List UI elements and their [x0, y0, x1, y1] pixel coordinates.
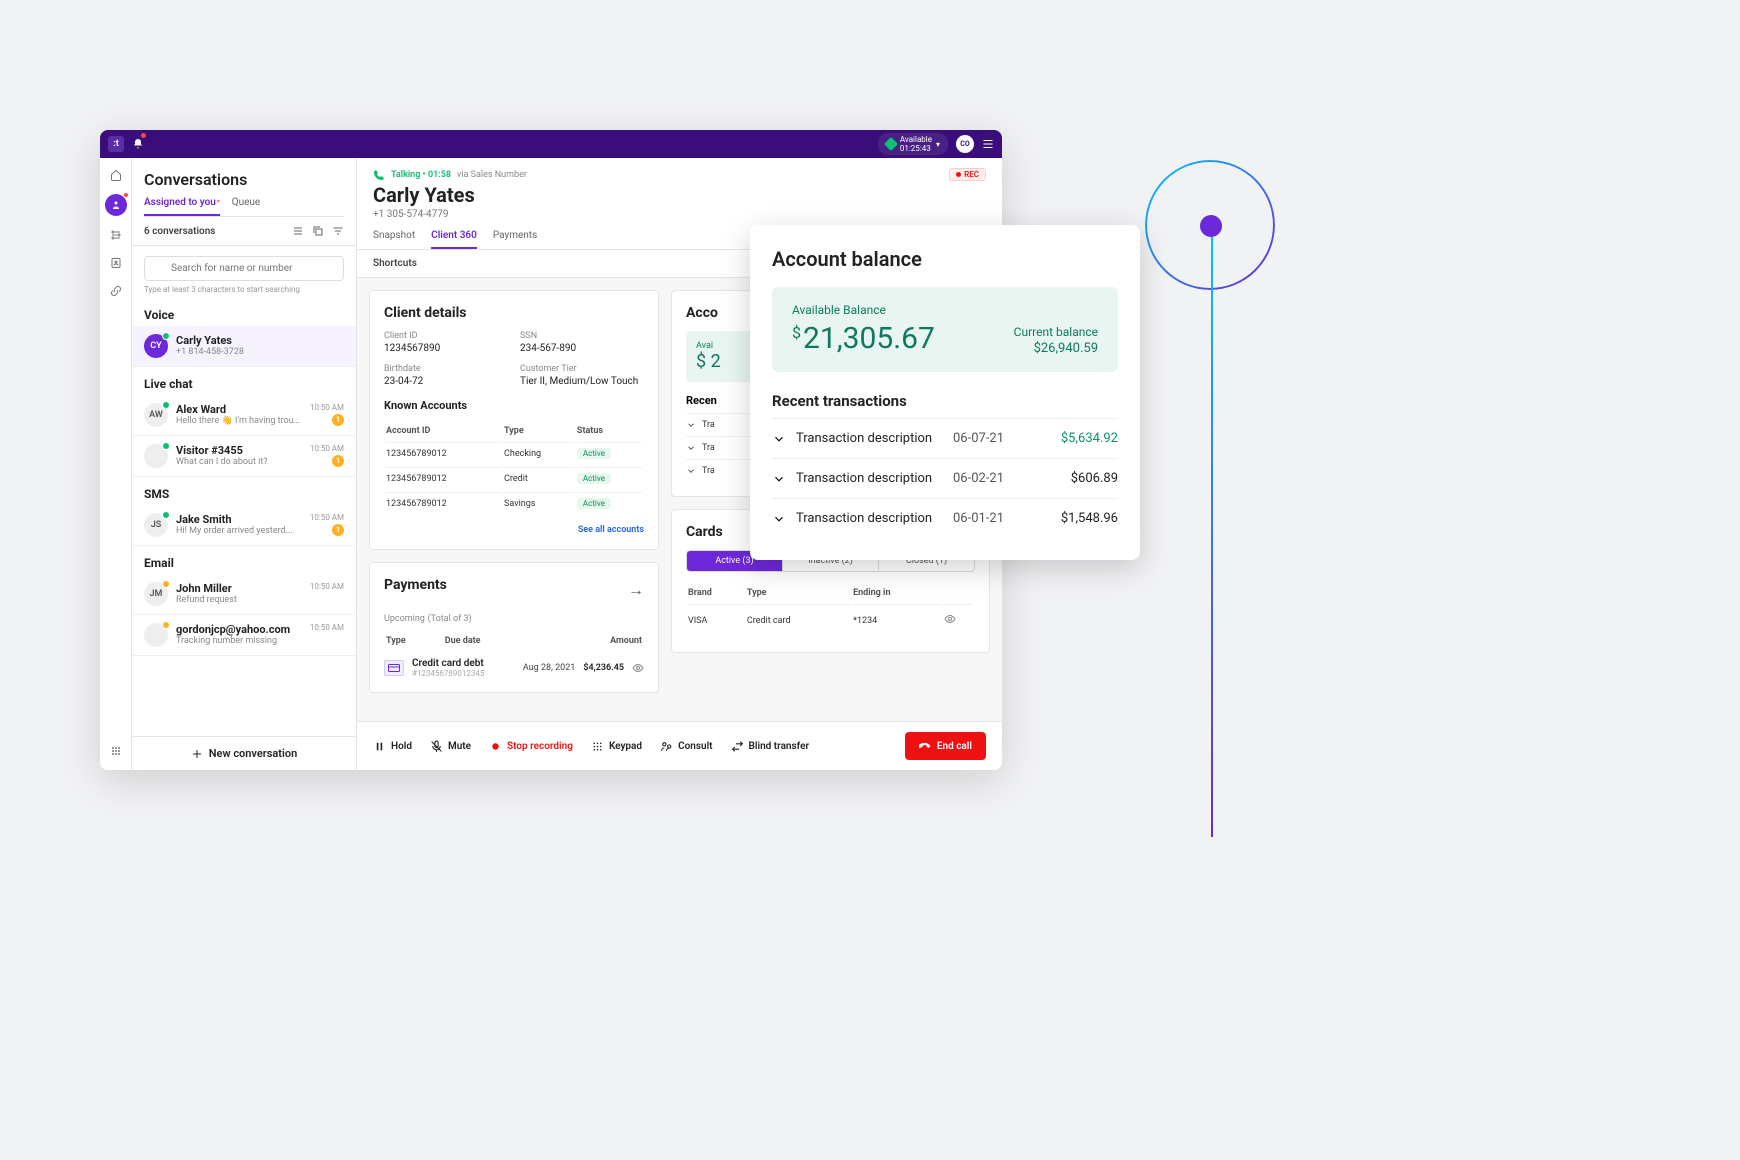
current-balance-label: Current balance — [1014, 325, 1098, 339]
section-email: Email — [132, 546, 356, 574]
topbar-menu-icon[interactable] — [982, 135, 994, 154]
copy-icon[interactable] — [312, 225, 324, 237]
accounts-table: Account IDTypeStatus 123456789012Checkin… — [384, 420, 644, 517]
nav-contacts-icon[interactable] — [107, 254, 125, 272]
current-balance-value: $26,940.59 — [1014, 341, 1098, 356]
blind-transfer-button[interactable]: Blind transfer — [731, 740, 810, 753]
decoration-line — [1211, 237, 1213, 837]
account-balance-popup: Account balance Available Balance $21,30… — [750, 225, 1140, 560]
stop-recording-button[interactable]: Stop recording — [489, 740, 573, 753]
transaction-row[interactable]: Transaction description 06-07-21 $5,634.… — [772, 418, 1118, 458]
call-via: via Sales Number — [457, 170, 527, 180]
status-label: Available — [900, 135, 932, 144]
end-call-button[interactable]: End call — [905, 732, 986, 760]
conversations-panel: Conversations Assigned to you• Queue 6 c… — [132, 158, 357, 770]
call-status-text: Talking • 01:58 — [391, 170, 451, 180]
transaction-row[interactable]: Transaction description 06-01-21 $1,548.… — [772, 498, 1118, 538]
new-conversation-button[interactable]: New conversation — [132, 736, 356, 770]
hold-button[interactable]: Hold — [373, 740, 412, 753]
tab-queue[interactable]: Queue — [232, 197, 261, 216]
tab-payments[interactable]: Payments — [493, 230, 537, 249]
conversation-item[interactable]: gordonjcp@yahoo.com Tracking number miss… — [132, 615, 356, 656]
eye-icon[interactable] — [632, 662, 644, 674]
conversation-item[interactable]: JM John Miller Refund request 10:50 AM — [132, 574, 356, 615]
agent-status[interactable]: Available 01:25:43 ▾ — [878, 133, 948, 155]
tab-client360[interactable]: Client 360 — [431, 230, 477, 249]
call-toolbar: Hold Mute Stop recording Keypad Consult … — [357, 721, 1002, 770]
conversation-item[interactable]: Visitor #3455 What can I do about it? 10… — [132, 436, 356, 477]
decoration-circle — [1145, 160, 1275, 290]
conversations-title: Conversations — [144, 170, 344, 189]
table-row[interactable]: 123456789012SavingsActive — [386, 492, 642, 515]
conv-name: Carly Yates — [176, 334, 344, 347]
conversation-item[interactable]: JS Jake Smith Hi! My order arrived yeste… — [132, 505, 356, 546]
nav-home-icon[interactable] — [107, 166, 125, 184]
balance-box: Available Balance $21,305.67 Current bal… — [772, 287, 1118, 372]
table-row[interactable]: 123456789012CheckingActive — [386, 442, 642, 465]
nav-conversations-icon[interactable] — [105, 194, 127, 216]
tab-assigned[interactable]: Assigned to you• — [144, 197, 220, 216]
conversation-item[interactable]: CY Carly Yates +1 814-458-3728 — [132, 326, 356, 367]
keypad-button[interactable]: Keypad — [591, 740, 642, 753]
table-row[interactable]: 123456789012CreditActive — [386, 467, 642, 490]
transaction-row[interactable]: Transaction description 06-02-21 $606.89 — [772, 458, 1118, 498]
client-details-card: Client details Client ID1234567890 SSN23… — [369, 290, 659, 550]
app-logo[interactable]: :t — [108, 136, 124, 152]
list-view-icon[interactable] — [292, 225, 304, 237]
section-sms: SMS — [132, 477, 356, 505]
nav-link-icon[interactable] — [107, 282, 125, 300]
eye-icon[interactable] — [944, 613, 956, 625]
nav-settings-icon[interactable] — [107, 226, 125, 244]
user-avatar[interactable]: CO — [956, 135, 974, 153]
decoration-dot — [1200, 215, 1222, 237]
conversation-count: 6 conversations — [144, 226, 215, 237]
card-title: Client details — [384, 305, 644, 321]
phone-icon — [373, 169, 385, 181]
conversation-item[interactable]: AW Alex Ward Hello there 👋 I'm having tr… — [132, 395, 356, 436]
nav-rail — [100, 158, 132, 770]
table-row[interactable]: VISACredit card*1234 — [688, 604, 973, 636]
notifications-icon[interactable] — [132, 135, 144, 154]
mute-button[interactable]: Mute — [430, 740, 471, 753]
consult-button[interactable]: Consult — [660, 740, 712, 753]
available-balance-value: $21,305.67 — [792, 321, 935, 356]
tab-snapshot[interactable]: Snapshot — [373, 230, 415, 249]
chevron-down-icon — [772, 512, 786, 526]
chevron-down-icon — [772, 472, 786, 486]
payment-row[interactable]: Credit card debt#123456789012345 Aug 28,… — [384, 652, 644, 678]
see-all-accounts-link[interactable]: See all accounts — [384, 525, 644, 535]
search-hint: Type at least 3 characters to start sear… — [144, 285, 344, 294]
recent-transactions-header: Recent transactions — [772, 392, 1118, 410]
payments-card: Payments → Upcoming (Total of 3) TypeDue… — [369, 562, 659, 693]
topbar: :t Available 01:25:43 ▾ CO — [100, 130, 1002, 158]
section-livechat: Live chat — [132, 367, 356, 395]
contact-name: Carly Yates — [373, 183, 986, 207]
rec-badge: REC — [949, 168, 986, 181]
arrow-right-icon[interactable]: → — [628, 580, 644, 600]
nav-apps-icon[interactable] — [107, 742, 125, 760]
section-voice: Voice — [132, 298, 356, 326]
available-balance-label: Available Balance — [792, 303, 935, 317]
search-input[interactable] — [144, 256, 344, 281]
chevron-down-icon — [772, 432, 786, 446]
filter-icon[interactable] — [332, 225, 344, 237]
card-icon — [384, 660, 404, 676]
popup-title: Account balance — [772, 247, 1118, 271]
conv-sub: +1 814-458-3728 — [176, 347, 344, 357]
contact-phone: +1 305-574-4779 — [373, 209, 986, 220]
status-time: 01:25:43 — [900, 144, 932, 153]
